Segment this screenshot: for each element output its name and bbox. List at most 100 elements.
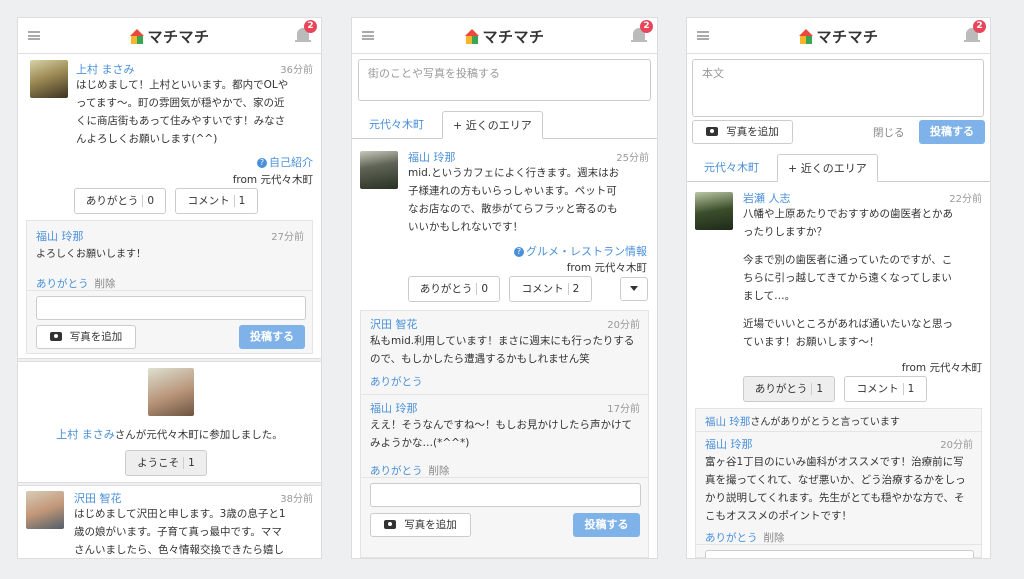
tab-nearby-area[interactable]: + 近くのエリア — [777, 154, 878, 182]
menu-icon[interactable] — [362, 31, 374, 40]
divider — [27, 290, 312, 291]
menu-icon[interactable] — [697, 31, 709, 40]
menu-icon[interactable] — [28, 31, 40, 40]
app-header: マチマチ 2 — [352, 18, 657, 54]
comment-thanks-link[interactable]: ありがとう — [370, 465, 423, 477]
post-location: from 元代々木町 — [566, 262, 647, 274]
house-logo-icon — [798, 28, 813, 45]
house-logo-icon — [464, 28, 479, 45]
area-tabs: 元代々木町 + 近くのエリア — [687, 154, 990, 182]
post-time: 36分前 — [280, 65, 313, 76]
more-dropdown-button[interactable] — [620, 277, 648, 301]
app-logo[interactable]: マチマチ — [798, 26, 878, 47]
comment-delete-link[interactable]: 削除 — [429, 465, 450, 477]
logo-text: マチマチ — [482, 28, 545, 46]
comment-button[interactable]: コメント 2 — [509, 276, 592, 302]
comment-author[interactable]: 福山 玲那 — [705, 436, 753, 452]
divider — [361, 477, 648, 478]
post-body: はじめまして！上村といいます。都内でOLや ってます〜。町の雰囲気が穏やかで、家の… — [76, 79, 289, 145]
logo-text: マチマチ — [816, 28, 879, 46]
comment-delete-link[interactable]: 削除 — [764, 532, 785, 544]
phone-screen-feed: マチマチ 2 上村 まさみ 36分前 はじめまして！上村といいます。都内でOLや… — [18, 18, 321, 558]
comment-button[interactable]: コメント 1 — [844, 376, 927, 402]
comment-section: 沢田 智花 20分前 私もmid.利用しています！まさに週末にも行ったりする ので… — [360, 310, 649, 558]
thanks-button[interactable]: ありがとう 0 — [408, 276, 500, 302]
comment-time: 17分前 — [607, 404, 640, 415]
section-divider — [18, 482, 321, 486]
tab-nearby-area[interactable]: + 近くのエリア — [442, 111, 543, 139]
comment-time: 20分前 — [607, 320, 640, 331]
comment-delete-link[interactable]: 削除 — [95, 278, 116, 290]
divider — [696, 431, 981, 432]
chevron-down-icon — [630, 286, 638, 291]
post-time: 22分前 — [949, 194, 982, 205]
close-button[interactable]: 閉じる — [873, 125, 905, 140]
comment-body: 富ヶ谷1丁目のにいみ歯科がオススメです！治療前に写 真を撮ってくれて、なぜ悪いか、… — [705, 456, 966, 522]
avatar[interactable] — [148, 368, 194, 416]
comment-body: よろしくお願いします！ — [36, 249, 146, 260]
comment-author[interactable]: 福山 玲那 — [370, 400, 418, 416]
comment-section: 福山 玲那さんがありがとうと言っています 福山 玲那 20分前 富ヶ谷1丁目のに… — [695, 408, 982, 558]
app-logo[interactable]: マチマチ — [129, 26, 209, 47]
add-photo-button[interactable]: 写真を追加 — [36, 325, 136, 349]
thanks-button[interactable]: ありがとう 0 — [74, 188, 166, 214]
post-body: 八幡や上原あたりでおすすめの歯医者とかあ ったりしますか？ 今まで別の歯医者に通っ… — [743, 208, 953, 348]
comment-thanks-link[interactable]: ありがとう — [370, 374, 423, 389]
welcome-button[interactable]: ようこそ 1 — [125, 450, 207, 476]
add-photo-button[interactable]: 写真を追加 — [370, 513, 471, 537]
avatar[interactable] — [360, 151, 398, 189]
comment-button[interactable]: コメント 1 — [175, 188, 258, 214]
notification-badge: 2 — [973, 20, 986, 33]
comment-author[interactable]: 沢田 智花 — [370, 316, 418, 332]
submit-button[interactable]: 投稿する — [573, 513, 640, 537]
author-name[interactable]: 福山 玲那 — [408, 149, 456, 165]
help-icon: ? — [257, 158, 267, 168]
post-time: 25分前 — [616, 153, 649, 164]
comment-body: 私もmid.利用しています！まさに週末にも行ったりする ので、もしかしたら遭遇する… — [370, 335, 635, 365]
join-notice: 上村 まさみさんが元代々木町に参加しました。 — [56, 428, 283, 441]
post-time: 38分前 — [280, 494, 313, 505]
author-name[interactable]: 上村 まさみ — [76, 61, 135, 77]
comment-actions: ありがとう 削除 — [370, 459, 450, 478]
post-body: mid.というカフェによく行きます。週末はお 子様連れの方もいらっしゃいます。ペッ… — [408, 167, 620, 233]
comment-input[interactable] — [36, 296, 306, 320]
comment-actions: ありがとう 削除 — [705, 526, 785, 545]
comment-section: 福山 玲那 27分前 よろしくお願いします！ ありがとう 削除 写真を追加 投稿す… — [26, 220, 313, 354]
section-divider — [18, 358, 321, 362]
notification-badge: 2 — [640, 20, 653, 33]
comment-time: 27分前 — [271, 232, 304, 243]
submit-button[interactable]: 投稿する — [919, 120, 985, 144]
app-logo[interactable]: マチマチ — [464, 26, 544, 47]
house-logo-icon — [129, 28, 144, 45]
avatar[interactable] — [695, 192, 733, 230]
comment-input[interactable] — [705, 550, 974, 558]
avatar[interactable] — [30, 60, 68, 98]
camera-icon — [706, 127, 719, 136]
post-textarea[interactable]: 本文 — [692, 59, 984, 117]
camera-icon — [384, 520, 397, 529]
tab-current-area[interactable]: 元代々木町 — [694, 154, 769, 182]
notification-badge: 2 — [304, 20, 317, 33]
submit-button[interactable]: 投稿する — [239, 325, 305, 349]
divider — [361, 394, 648, 395]
thanks-button[interactable]: ありがとう 1 — [743, 376, 835, 402]
category-link[interactable]: ? 自己紹介 — [257, 154, 313, 170]
post-body: はじめまして沢田と申します。3歳の息子と1 歳の娘がいます。子育て真っ最中です。マ… — [74, 508, 286, 556]
author-name[interactable]: 沢田 智花 — [74, 490, 122, 506]
comment-actions: ありがとう 削除 — [36, 272, 116, 291]
tab-current-area[interactable]: 元代々木町 — [359, 111, 434, 139]
post-textarea[interactable]: 街のことや写真を投稿する — [358, 59, 651, 101]
comment-author[interactable]: 福山 玲那 — [36, 228, 84, 244]
comment-thanks-link[interactable]: ありがとう — [705, 532, 758, 544]
category-link[interactable]: ? グルメ・レストラン情報 — [514, 243, 647, 259]
comment-thanks-link[interactable]: ありがとう — [36, 278, 89, 290]
author-name[interactable]: 岩瀬 人志 — [743, 190, 791, 206]
app-header: マチマチ 2 — [18, 18, 321, 54]
comment-input[interactable] — [370, 483, 641, 507]
avatar[interactable] — [26, 491, 64, 529]
help-icon: ? — [514, 247, 524, 257]
add-photo-button[interactable]: 写真を追加 — [692, 120, 793, 144]
thanked-notice: 福山 玲那さんがありがとうと言っています — [705, 416, 900, 428]
area-tabs: 元代々木町 + 近くのエリア — [352, 111, 657, 139]
post-location: from 元代々木町 — [901, 362, 982, 374]
